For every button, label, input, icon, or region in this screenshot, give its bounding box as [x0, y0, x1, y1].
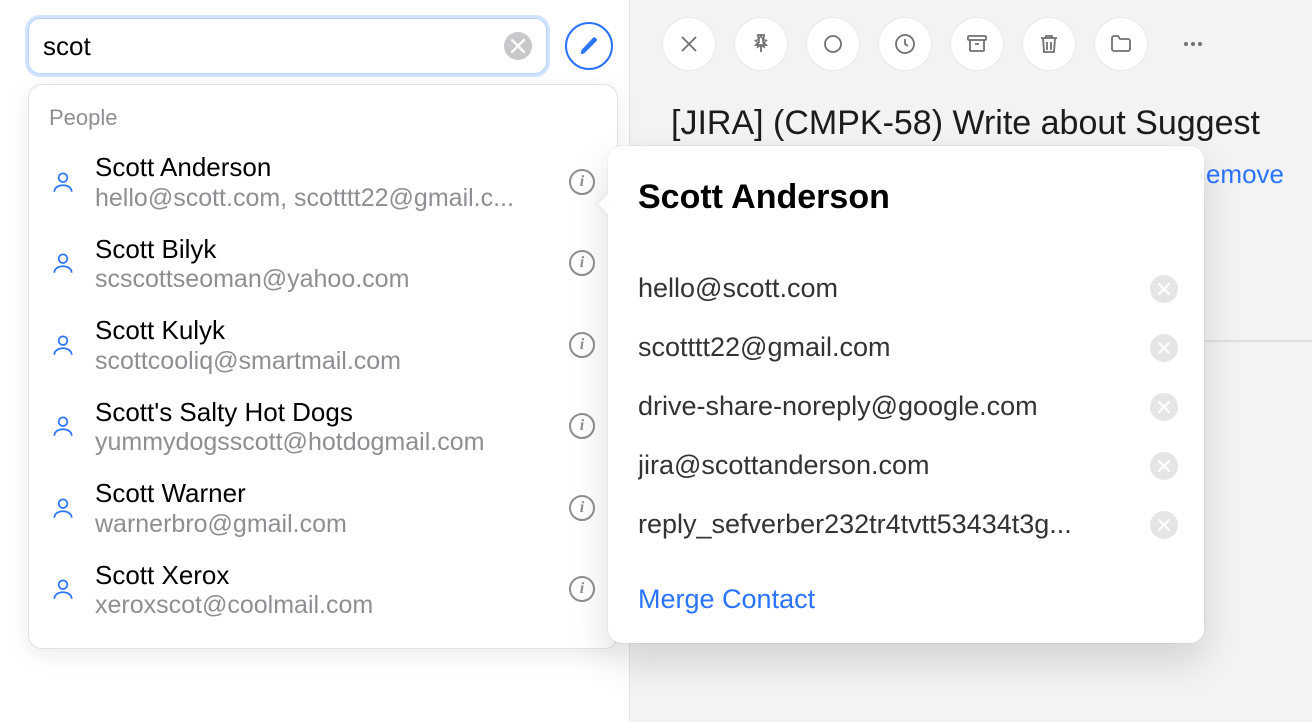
person-text: Scott Xerox xeroxscot@coolmail.com	[95, 559, 551, 621]
person-icon	[49, 168, 77, 196]
contact-email-row[interactable]: scotttt22@gmail.com	[638, 318, 1178, 377]
person-result[interactable]: Scott Anderson hello@scott.com, scotttt2…	[29, 141, 617, 223]
info-button[interactable]: i	[569, 169, 595, 195]
close-icon	[1158, 283, 1170, 295]
archive-button[interactable]	[951, 18, 1003, 70]
search-row	[0, 0, 629, 82]
person-text: Scott Warner warnerbro@gmail.com	[95, 477, 551, 539]
person-result[interactable]: Scott Xerox xeroxscot@coolmail.com i	[29, 549, 617, 631]
clear-search-button[interactable]	[504, 32, 532, 60]
person-icon	[49, 494, 77, 522]
close-icon	[1158, 401, 1170, 413]
subject-row: [JIRA] (CMPK-58) Write about Suggest	[631, 88, 1312, 143]
compose-button[interactable]	[565, 22, 613, 70]
person-icon	[49, 412, 77, 440]
info-button[interactable]: i	[569, 413, 595, 439]
person-email: hello@scott.com, scotttt22@gmail.c...	[95, 184, 551, 213]
close-icon	[511, 39, 525, 53]
popover-caret-icon	[598, 192, 610, 216]
person-name: Scott Kulyk	[95, 314, 551, 347]
search-input[interactable]	[43, 31, 504, 62]
person-name: Scott Xerox	[95, 559, 551, 592]
person-result[interactable]: Scott Warner warnerbro@gmail.com i	[29, 467, 617, 549]
remove-email-button[interactable]	[1150, 393, 1178, 421]
contact-email: reply_sefverber232tr4tvtt53434t3g...	[638, 509, 1072, 540]
person-email: yummydogsscott@hotdogmail.com	[95, 428, 551, 457]
search-suggestions-dropdown: People Scott Anderson hello@scott.com, s…	[28, 84, 618, 649]
remove-email-button[interactable]	[1150, 452, 1178, 480]
contact-email: scotttt22@gmail.com	[638, 332, 891, 363]
message-toolbar	[631, 0, 1312, 88]
pin-icon	[749, 32, 773, 56]
close-icon	[1158, 460, 1170, 472]
pencil-icon	[578, 35, 600, 57]
person-result[interactable]: Scott's Salty Hot Dogs yummydogsscott@ho…	[29, 386, 617, 468]
mark-unread-button[interactable]	[807, 18, 859, 70]
person-text: Scott Bilyk scscottseoman@yahoo.com	[95, 233, 551, 295]
person-text: Scott Anderson hello@scott.com, scotttt2…	[95, 151, 551, 213]
trash-button[interactable]	[1023, 18, 1075, 70]
pin-button[interactable]	[735, 18, 787, 70]
person-name: Scott Anderson	[95, 151, 551, 184]
contact-email-row[interactable]: hello@scott.com	[638, 259, 1178, 318]
info-button[interactable]: i	[569, 332, 595, 358]
person-icon	[49, 249, 77, 277]
remove-email-button[interactable]	[1150, 511, 1178, 539]
message-subject: [JIRA] (CMPK-58) Write about Suggest	[671, 104, 1260, 143]
snooze-button[interactable]	[879, 18, 931, 70]
person-icon	[49, 331, 77, 359]
contact-email-row[interactable]: jira@scottanderson.com	[638, 436, 1178, 495]
more-actions-button[interactable]	[1167, 18, 1219, 70]
person-email: xeroxscot@coolmail.com	[95, 591, 551, 620]
folder-icon	[1109, 32, 1133, 56]
archive-icon	[965, 32, 989, 56]
person-text: Scott's Salty Hot Dogs yummydogsscott@ho…	[95, 396, 551, 458]
person-name: Scott Warner	[95, 477, 551, 510]
close-button[interactable]	[663, 18, 715, 70]
clock-icon	[893, 32, 917, 56]
contact-name: Scott Anderson	[638, 178, 1178, 217]
search-pane: People Scott Anderson hello@scott.com, s…	[0, 0, 630, 722]
circle-icon	[821, 32, 845, 56]
remove-link[interactable]: emove	[1206, 159, 1284, 189]
search-box[interactable]	[28, 18, 547, 74]
remove-email-button[interactable]	[1150, 275, 1178, 303]
close-icon	[1158, 519, 1170, 531]
close-icon	[677, 32, 701, 56]
contact-email: drive-share-noreply@google.com	[638, 391, 1038, 422]
contact-email-row[interactable]: reply_sefverber232tr4tvtt53434t3g...	[638, 495, 1178, 554]
person-result[interactable]: Scott Kulyk scottcooliq@smartmail.com i	[29, 304, 617, 386]
person-email: warnerbro@gmail.com	[95, 510, 551, 539]
merge-contact-link[interactable]: Merge Contact	[638, 584, 815, 615]
person-name: Scott's Salty Hot Dogs	[95, 396, 551, 429]
close-icon	[1158, 342, 1170, 354]
person-name: Scott Bilyk	[95, 233, 551, 266]
move-folder-button[interactable]	[1095, 18, 1147, 70]
trash-icon	[1037, 32, 1061, 56]
contact-email: jira@scottanderson.com	[638, 450, 930, 481]
person-text: Scott Kulyk scottcooliq@smartmail.com	[95, 314, 551, 376]
remove-email-button[interactable]	[1150, 334, 1178, 362]
contact-email: hello@scott.com	[638, 273, 838, 304]
info-button[interactable]: i	[569, 495, 595, 521]
person-icon	[49, 575, 77, 603]
section-label-people: People	[29, 101, 617, 141]
person-result[interactable]: Scott Bilyk scscottseoman@yahoo.com i	[29, 223, 617, 305]
ellipsis-icon	[1181, 32, 1205, 56]
contact-email-row[interactable]: drive-share-noreply@google.com	[638, 377, 1178, 436]
contact-detail-popover: Scott Anderson hello@scott.com scotttt22…	[608, 146, 1204, 643]
info-button[interactable]: i	[569, 250, 595, 276]
info-button[interactable]: i	[569, 576, 595, 602]
person-email: scscottseoman@yahoo.com	[95, 265, 551, 294]
person-email: scottcooliq@smartmail.com	[95, 347, 551, 376]
